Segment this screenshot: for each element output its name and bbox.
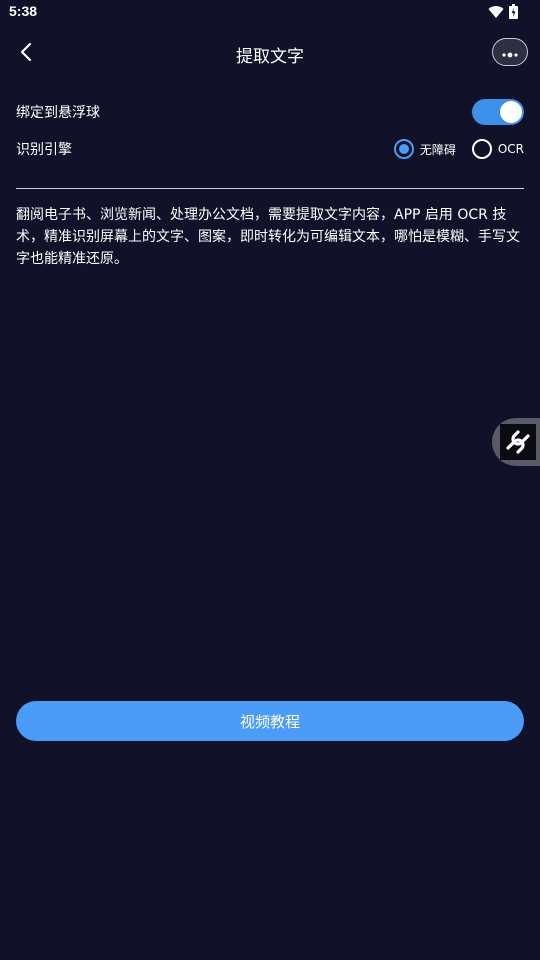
engine-option-label: 无障碍 bbox=[419, 142, 456, 157]
toggle-knob bbox=[500, 101, 522, 123]
page-title: 提取文字 bbox=[236, 47, 304, 67]
engine-option-label: OCR bbox=[497, 142, 524, 156]
screen: 5:38 提取文字 绑定到悬浮球 识别引擎 无障碍 OCR 翻阅电子书、浏览新闻… bbox=[0, 0, 540, 960]
status-bar: 5:38 bbox=[0, 0, 540, 26]
float-ball[interactable] bbox=[492, 418, 540, 466]
bind-float-row: 绑定到悬浮球 bbox=[16, 97, 524, 127]
float-ball-logo-icon bbox=[500, 424, 536, 460]
header: 提取文字 bbox=[0, 28, 540, 80]
divider bbox=[16, 188, 524, 189]
description-text: 翻阅电子书、浏览新闻、处理办公文档，需要提取文字内容，APP 启用 OCR 技术… bbox=[16, 207, 520, 267]
video-tutorial-button[interactable]: 视频教程 bbox=[16, 701, 524, 741]
bind-float-toggle[interactable] bbox=[472, 99, 524, 125]
wifi-icon bbox=[488, 4, 504, 23]
more-button[interactable] bbox=[492, 38, 528, 66]
bind-float-label: 绑定到悬浮球 bbox=[16, 105, 100, 121]
engine-row: 识别引擎 无障碍 OCR bbox=[16, 134, 524, 164]
status-icons bbox=[488, 4, 518, 23]
battery-icon bbox=[509, 4, 518, 23]
engine-option-ocr[interactable]: OCR bbox=[471, 139, 524, 159]
more-dots-icon bbox=[501, 43, 519, 62]
radio-unchecked-icon bbox=[471, 139, 492, 159]
engine-label: 识别引擎 bbox=[16, 142, 72, 158]
engine-radio-group: 无障碍 OCR bbox=[393, 139, 524, 159]
status-time: 5:38 bbox=[9, 3, 38, 19]
engine-option-accessibility[interactable]: 无障碍 bbox=[393, 139, 456, 159]
radio-checked-icon bbox=[393, 139, 414, 159]
